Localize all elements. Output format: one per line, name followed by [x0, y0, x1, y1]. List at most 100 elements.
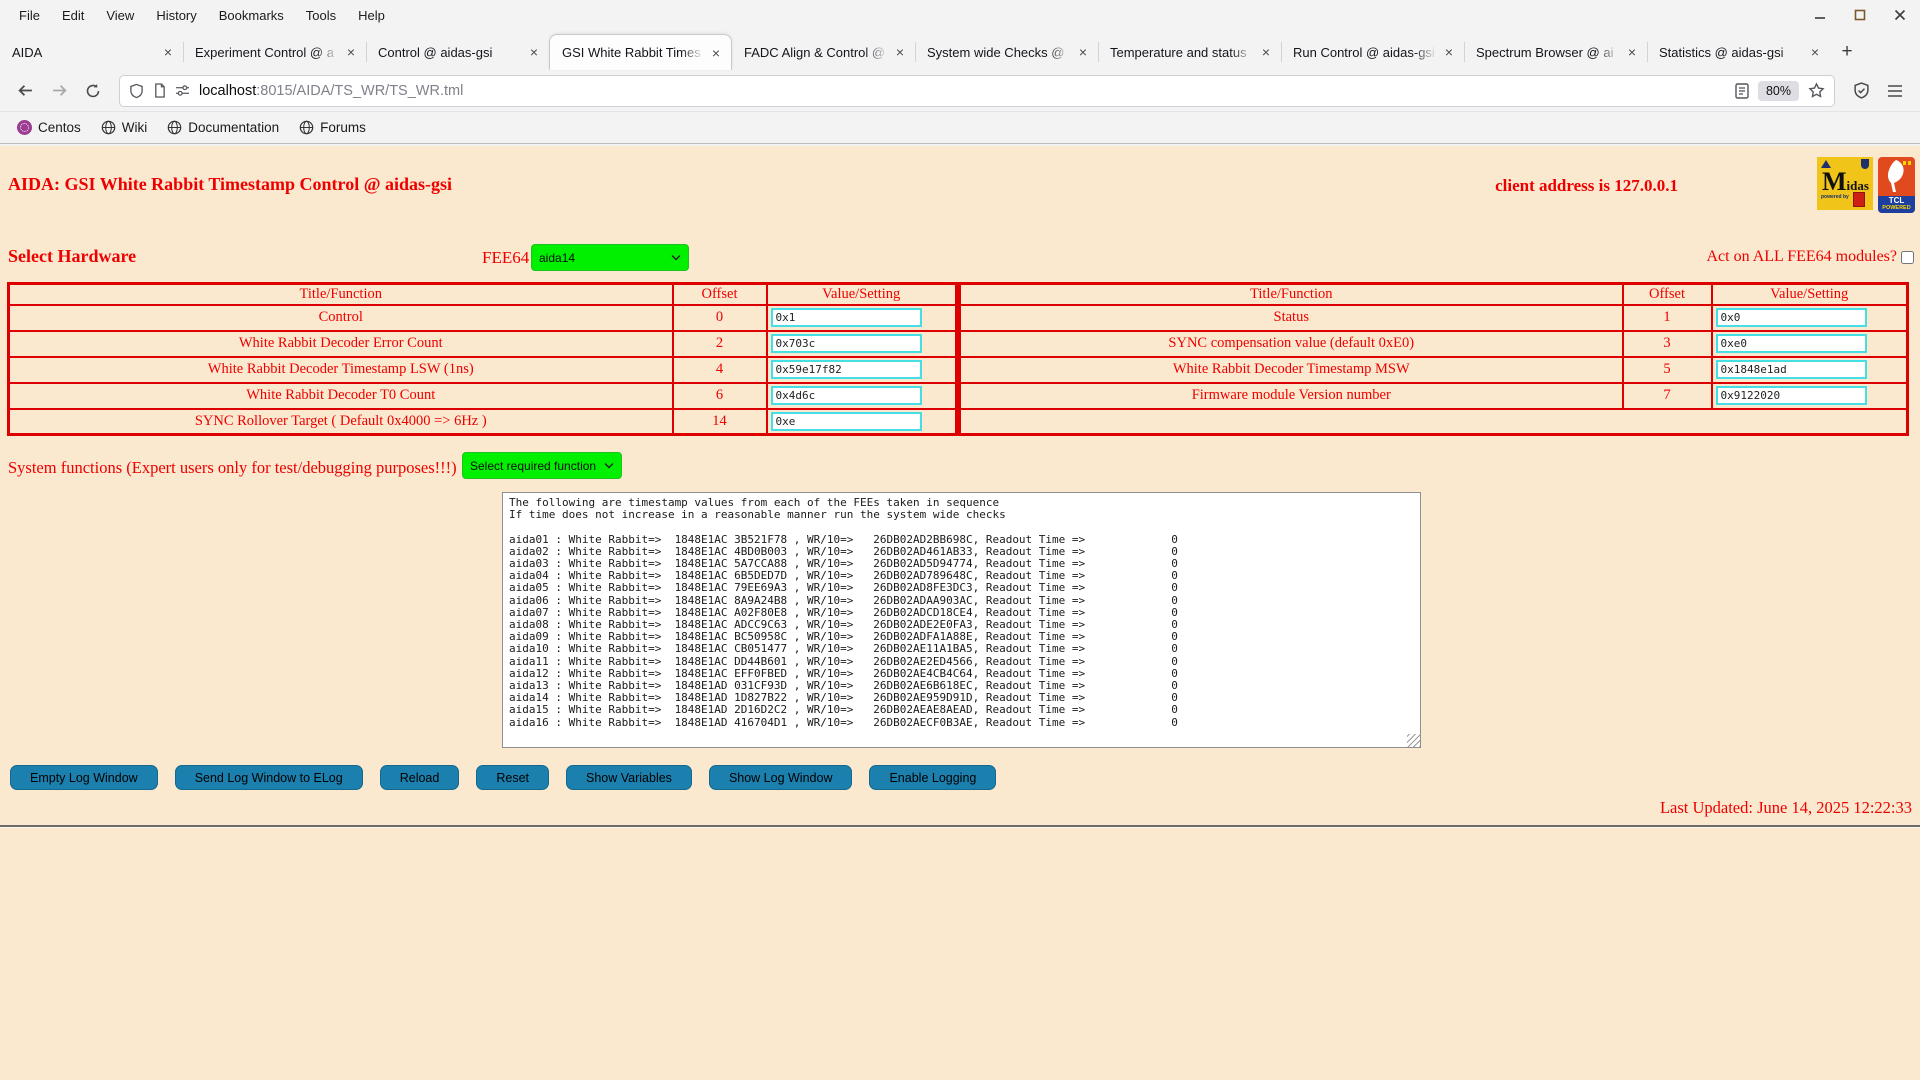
bookmark-documentation[interactable]: Documentation	[158, 117, 288, 138]
tab-gsi-white-rabbit[interactable]: GSI White Rabbit Times ×	[549, 34, 732, 70]
forward-icon[interactable]	[44, 76, 74, 106]
browser-chrome: File Edit View History Bookmarks Tools H…	[0, 0, 1920, 146]
register-value-input[interactable]	[770, 360, 922, 379]
act-on-all-checkbox[interactable]	[1901, 250, 1914, 264]
globe-icon	[299, 120, 314, 135]
table-row: White Rabbit Decoder Timestamp LSW (1ns)…	[7, 355, 958, 384]
table-row: Status 1	[958, 303, 1909, 332]
system-functions-select[interactable]: Select required function	[462, 452, 622, 479]
tab-close-icon[interactable]: ×	[342, 43, 360, 61]
show-variables-button[interactable]: Show Variables	[566, 765, 692, 790]
centos-icon	[17, 120, 32, 135]
page-icon[interactable]	[153, 83, 166, 98]
tab-close-icon[interactable]: ×	[891, 43, 909, 61]
register-value-input[interactable]	[770, 386, 922, 405]
fee64-label: FEE64	[482, 248, 530, 267]
register-table-right: Title/Function Offset Value/Setting Stat…	[958, 282, 1909, 436]
reset-button[interactable]: Reset	[476, 765, 549, 790]
connection-settings-icon[interactable]	[175, 84, 190, 97]
column-header: Title/Function	[958, 282, 1624, 306]
reader-view-icon[interactable]	[1735, 82, 1749, 99]
chevron-down-icon	[604, 463, 614, 469]
show-log-window-button[interactable]: Show Log Window	[708, 765, 853, 790]
resize-grip-icon[interactable]	[1407, 734, 1420, 747]
tcl-band: TCL POWERED	[1878, 196, 1915, 213]
hamburger-menu-icon[interactable]	[1880, 76, 1910, 106]
last-updated-text: Last Updated: June 14, 2025 12:22:33	[1659, 798, 1912, 817]
log-window[interactable]: The following are timestamp values from …	[502, 492, 1421, 748]
table-row: Firmware module Version number 7	[958, 381, 1909, 410]
tab-spectrum-browser[interactable]: Spectrum Browser @ ai ×	[1464, 34, 1647, 70]
register-value-input[interactable]	[770, 411, 922, 431]
protections-shield-icon[interactable]	[1846, 76, 1876, 106]
tab-aida[interactable]: AIDA ×	[0, 34, 183, 70]
midas-logo[interactable]: Midas powered by	[1817, 157, 1873, 210]
back-icon[interactable]	[10, 76, 40, 106]
menu-bar: File Edit View History Bookmarks Tools H…	[0, 0, 1920, 30]
register-value-input[interactable]	[770, 334, 922, 353]
register-value-input[interactable]	[1715, 334, 1867, 353]
bookmark-wiki[interactable]: Wiki	[92, 117, 157, 138]
menu-history[interactable]: History	[145, 0, 207, 30]
minimize-icon[interactable]	[1812, 7, 1828, 23]
tab-close-icon[interactable]: ×	[525, 43, 543, 61]
table-row-empty	[958, 407, 1909, 436]
menu-bookmarks[interactable]: Bookmarks	[208, 0, 295, 30]
tab-close-icon[interactable]: ×	[159, 43, 177, 61]
tab-close-icon[interactable]: ×	[1623, 43, 1641, 61]
menu-tools[interactable]: Tools	[295, 0, 347, 30]
url-bar[interactable]: localhost:8015/AIDA/TS_WR/TS_WR.tml 80%	[120, 75, 1834, 106]
tab-control[interactable]: Control @ aidas-gsi ×	[366, 34, 549, 70]
tab-close-icon[interactable]: ×	[1074, 43, 1092, 61]
bookmark-centos[interactable]: Centos	[8, 117, 90, 138]
url-text[interactable]: localhost:8015/AIDA/TS_WR/TS_WR.tml	[199, 83, 463, 99]
tab-bar: AIDA × Experiment Control @ a × Control @ …	[0, 30, 1920, 70]
tab-close-icon[interactable]: ×	[1257, 43, 1275, 61]
tab-close-icon[interactable]: ×	[707, 44, 725, 62]
column-header: Value/Setting	[765, 282, 958, 306]
chevron-down-icon	[671, 255, 681, 261]
tab-experiment-control[interactable]: Experiment Control @ a ×	[183, 34, 366, 70]
hardware-row: Select Hardware FEE64 aida14 Act on ALL …	[0, 244, 1920, 274]
tab-close-icon[interactable]: ×	[1440, 43, 1458, 61]
register-tables: Title/Function Offset Value/Setting Cont…	[7, 282, 1909, 436]
empty-log-window-button[interactable]: Empty Log Window	[10, 765, 158, 790]
bookmark-star-icon[interactable]	[1808, 82, 1825, 99]
register-value-input[interactable]	[1715, 360, 1867, 379]
tcl-feather-icon	[1887, 160, 1911, 192]
tab-system-wide-checks[interactable]: System wide Checks @ ×	[915, 34, 1098, 70]
menu-help[interactable]: Help	[347, 0, 396, 30]
menu-edit[interactable]: Edit	[51, 0, 95, 30]
menu-file[interactable]: File	[8, 0, 51, 30]
register-value-input[interactable]	[770, 308, 922, 327]
table-row: SYNC Rollover Target ( Default 0x4000 =>…	[7, 407, 958, 436]
tab-run-control[interactable]: Run Control @ aidas-gsi ×	[1281, 34, 1464, 70]
shield-icon[interactable]	[129, 83, 144, 99]
tab-close-icon[interactable]: ×	[1806, 43, 1824, 61]
fee64-select[interactable]: aida14	[531, 244, 689, 271]
bookmark-forums[interactable]: Forums	[290, 117, 375, 138]
register-value-input[interactable]	[1715, 308, 1867, 327]
register-value-input[interactable]	[1715, 386, 1867, 405]
enable-logging-button[interactable]: Enable Logging	[869, 765, 997, 790]
maximize-icon[interactable]	[1852, 7, 1868, 23]
reload-icon[interactable]	[78, 76, 108, 106]
table-row: White Rabbit Decoder Timestamp MSW 5	[958, 355, 1909, 384]
page-content: AIDA: GSI White Rabbit Timestamp Control…	[0, 146, 1920, 1080]
menu-view[interactable]: View	[95, 0, 145, 30]
send-log-to-elog-button[interactable]: Send Log Window to ELog	[174, 765, 363, 790]
tab-statistics[interactable]: Statistics @ aidas-gsi ×	[1647, 34, 1830, 70]
new-tab-button[interactable]: +	[1830, 34, 1864, 70]
table-row: SYNC compensation value (default 0xE0) 3	[958, 329, 1909, 358]
tab-fadc-align[interactable]: FADC Align & Control @ ×	[732, 34, 915, 70]
tab-temperature-status[interactable]: Temperature and status ×	[1098, 34, 1281, 70]
close-icon[interactable]	[1892, 7, 1908, 23]
act-on-all-row: Act on ALL FEE64 modules?	[1707, 248, 1914, 266]
reload-button[interactable]: Reload	[379, 765, 460, 790]
tcl-powered-logo[interactable]: TCL POWERED	[1878, 157, 1915, 213]
register-table-left: Title/Function Offset Value/Setting Cont…	[7, 282, 958, 436]
zoom-level-badge[interactable]: 80%	[1757, 80, 1799, 101]
table-row: Control 0	[7, 303, 958, 332]
header-logos: Midas powered by TCL POWERED	[1817, 157, 1915, 213]
action-buttons: Empty Log Window Send Log Window to ELog…	[10, 765, 997, 790]
